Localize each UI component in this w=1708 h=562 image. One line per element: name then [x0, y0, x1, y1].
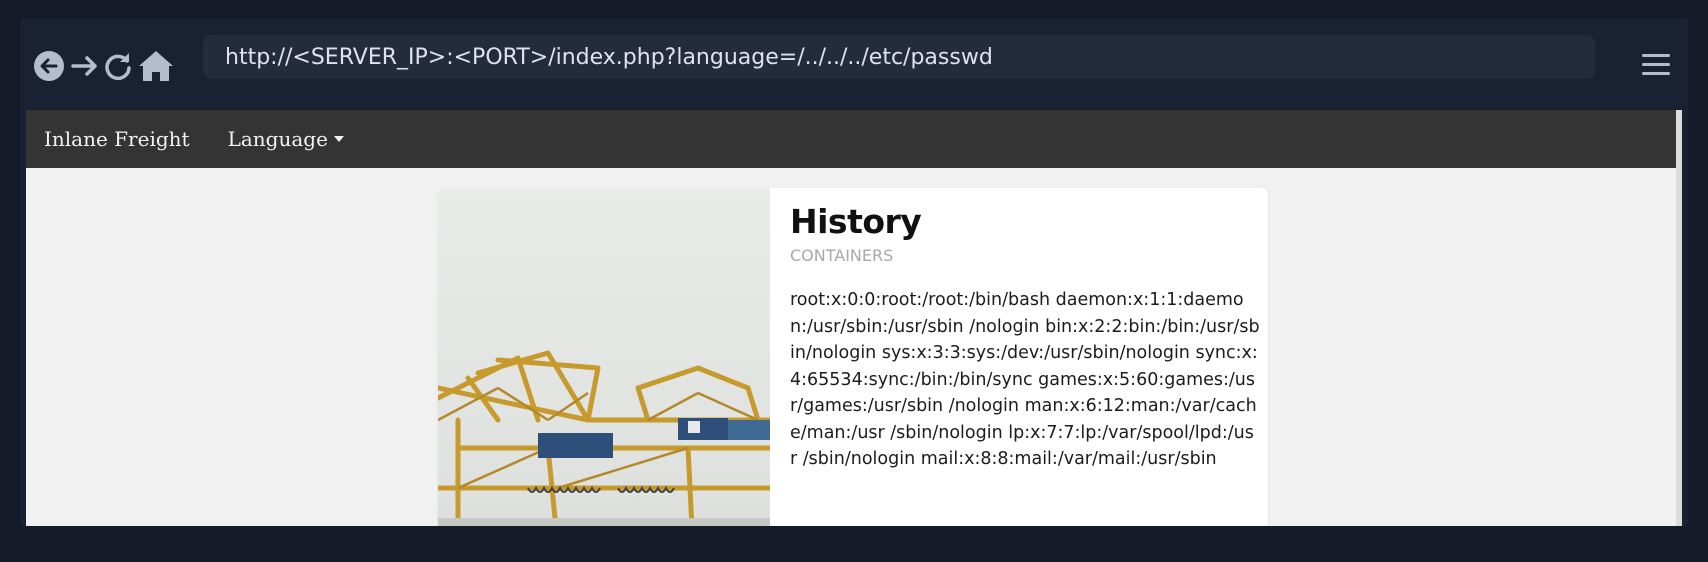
history-card: History CONTAINERS root:x:0:0:root:/root…: [438, 188, 1268, 526]
url-input[interactable]: [225, 44, 1573, 70]
browser-window: Inlane Freight Language: [20, 18, 1688, 526]
caret-down-icon: [333, 136, 344, 142]
back-button[interactable]: [31, 48, 67, 84]
home-button[interactable]: [136, 48, 176, 84]
language-dropdown[interactable]: Language: [228, 127, 344, 151]
reload-icon: [105, 53, 131, 81]
address-bar[interactable]: [203, 35, 1595, 79]
menu-icon: [1642, 54, 1672, 75]
card-text: root:x:0:0:root:/root:/bin/bash daemon:x…: [790, 290, 1260, 469]
forward-button[interactable]: [67, 48, 103, 84]
forward-icon: [71, 56, 97, 76]
browser-toolbar: [20, 18, 1688, 110]
browser-menu-button[interactable]: [1642, 54, 1672, 84]
reload-button[interactable]: [100, 48, 136, 84]
card-subtitle: CONTAINERS: [790, 246, 894, 265]
home-icon: [139, 51, 173, 81]
site-navbar: Inlane Freight Language: [26, 110, 1676, 168]
page-viewport: Inlane Freight Language History CONTAINE…: [26, 110, 1682, 526]
card-body: History CONTAINERS root:x:0:0:root:/root…: [790, 188, 1260, 473]
crane-image: [438, 188, 770, 526]
back-icon: [34, 51, 64, 81]
page-scrollbar[interactable]: [1676, 110, 1682, 526]
site-brand-link[interactable]: Inlane Freight: [44, 127, 190, 151]
language-dropdown-label: Language: [227, 127, 328, 151]
card-title: History: [790, 202, 922, 241]
